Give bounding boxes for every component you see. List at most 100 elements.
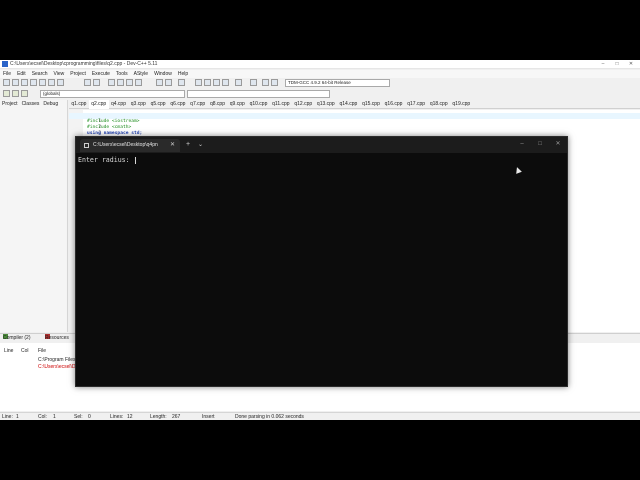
main-toolbar: TDM-GCC 4.9.2 64-bit Release xyxy=(0,78,640,88)
header-file: File xyxy=(38,348,47,354)
menu-astyle[interactable]: AStyle xyxy=(131,70,151,78)
status-mode: Insert xyxy=(202,414,215,420)
file-tab-q14[interactable]: q14.cpp xyxy=(337,100,360,109)
status-col: 1 xyxy=(53,414,56,420)
forward-icon[interactable] xyxy=(165,79,172,86)
file-tab-q12[interactable]: q12.cpp xyxy=(292,100,315,109)
compiler-row-error[interactable]: C:\Users\ecsel\D... xyxy=(38,364,80,371)
undo-icon[interactable] xyxy=(84,79,91,86)
menu-search[interactable]: Search xyxy=(29,70,51,78)
file-tab-q2[interactable]: q2.cpp xyxy=(88,100,109,109)
save-all-icon[interactable] xyxy=(30,79,37,86)
file-tab-q1[interactable]: q1.cpp xyxy=(69,100,89,109)
status-sel-label: Sel: xyxy=(74,414,83,420)
chevron-down-icon[interactable]: ⌄ xyxy=(198,140,203,150)
run-icon[interactable] xyxy=(204,79,211,86)
find-icon[interactable] xyxy=(108,79,115,86)
project-remove-icon[interactable] xyxy=(21,90,28,97)
terminal-prompt: Enter radius: xyxy=(78,156,136,164)
terminal-tab[interactable]: C:\Users\ecsel\Desktop\q4pn ✕ xyxy=(80,139,180,152)
status-length: 267 xyxy=(172,414,181,420)
find-next-icon[interactable] xyxy=(126,79,133,86)
status-line-label: Line: xyxy=(2,414,13,420)
menu-file[interactable]: File xyxy=(0,70,14,78)
menu-execute[interactable]: Execute xyxy=(89,70,113,78)
terminal-icon xyxy=(84,143,89,148)
terminal-titlebar[interactable]: C:\Users\ecsel\Desktop\q4pn ✕ + ⌄ – □ ✕ xyxy=(76,137,567,153)
profile-icon[interactable] xyxy=(262,79,269,86)
compiler-row[interactable]: C:\Program Files... xyxy=(38,357,80,364)
tab-debug[interactable]: Debug xyxy=(41,100,60,108)
replace-icon[interactable] xyxy=(117,79,124,86)
goto-line-icon[interactable] xyxy=(135,79,142,86)
file-tab-q5[interactable]: q5.cpp xyxy=(148,100,168,109)
maximize-button[interactable]: □ xyxy=(610,60,624,69)
ide-titlebar[interactable]: C:\Users\ecsel\Desktop\cprogramming\file… xyxy=(0,60,640,69)
new-file-icon[interactable] xyxy=(3,79,10,86)
minimize-button[interactable]: – xyxy=(596,60,610,69)
file-tab-q16[interactable]: q16.cpp xyxy=(382,100,405,109)
scope-select[interactable]: (globals) xyxy=(40,90,185,98)
text-cursor xyxy=(134,156,136,164)
project-panel: Project Classes Debug xyxy=(0,100,68,332)
status-message: Done parsing in 0.062 seconds xyxy=(235,414,304,420)
file-tab-q19[interactable]: q19.cpp xyxy=(450,100,473,109)
function-select[interactable] xyxy=(187,90,330,98)
new-tab-icon[interactable]: + xyxy=(186,140,190,150)
menu-bar: File Edit Search View Project Execute To… xyxy=(0,70,640,78)
file-tabs: q1.cpp q2.cpp q4.cpp q3.cpp q5.cpp q6.cp… xyxy=(69,100,640,109)
terminal-close-button[interactable]: ✕ xyxy=(550,139,566,149)
file-tab-q17[interactable]: q17.cpp xyxy=(405,100,428,109)
tab-close-icon[interactable]: ✕ xyxy=(170,139,175,152)
terminal-window: C:\Users\ecsel\Desktop\q4pn ✕ + ⌄ – □ ✕ … xyxy=(75,136,568,387)
terminal-maximize-button[interactable]: □ xyxy=(532,139,548,149)
syntax-check-icon[interactable] xyxy=(235,79,242,86)
screen: C:\Users\ecsel\Desktop\cprogramming\file… xyxy=(0,0,640,480)
menu-edit[interactable]: Edit xyxy=(14,70,29,78)
redo-icon[interactable] xyxy=(93,79,100,86)
file-tab-q3[interactable]: q3.cpp xyxy=(128,100,148,109)
file-tab-q11[interactable]: q11.cpp xyxy=(270,100,292,109)
menu-help[interactable]: Help xyxy=(175,70,191,78)
tab-classes[interactable]: Classes xyxy=(20,100,42,108)
terminal-minimize-button[interactable]: – xyxy=(514,139,530,149)
compiler-select[interactable]: TDM-GCC 4.9.2 64-bit Release xyxy=(285,79,390,87)
close-button[interactable]: ✕ xyxy=(624,60,638,69)
print-icon[interactable] xyxy=(57,79,64,86)
header-col: Col xyxy=(21,348,29,354)
file-tab-q9[interactable]: q9.cpp xyxy=(227,100,247,109)
header-line: Line xyxy=(4,348,14,354)
project-add-icon[interactable] xyxy=(12,90,19,97)
save-icon[interactable] xyxy=(21,79,28,86)
status-lines-label: Lines: xyxy=(110,414,124,420)
status-bar: Line: 1 Col: 1 Sel: 0 Lines: 12 Length: … xyxy=(0,412,640,420)
close-file-icon[interactable] xyxy=(39,79,46,86)
project-new-icon[interactable] xyxy=(3,90,10,97)
file-tab-q13[interactable]: q13.cpp xyxy=(315,100,338,109)
compile-icon[interactable] xyxy=(195,79,202,86)
stop-icon[interactable] xyxy=(250,79,257,86)
file-tab-q7[interactable]: q7.cpp xyxy=(188,100,208,109)
close-all-icon[interactable] xyxy=(48,79,55,86)
rebuild-icon[interactable] xyxy=(222,79,229,86)
back-icon[interactable] xyxy=(156,79,163,86)
menu-tools[interactable]: Tools xyxy=(113,70,131,78)
file-tab-q18[interactable]: q18.cpp xyxy=(427,100,450,109)
menu-view[interactable]: View xyxy=(51,70,68,78)
status-lines: 12 xyxy=(127,414,133,420)
menu-window[interactable]: Window xyxy=(151,70,175,78)
debug-icon[interactable] xyxy=(271,79,278,86)
file-tab-q4[interactable]: q4.cpp xyxy=(109,100,129,109)
menu-project[interactable]: Project xyxy=(67,70,89,78)
file-tab-q15[interactable]: q15.cpp xyxy=(360,100,383,109)
open-file-icon[interactable] xyxy=(12,79,19,86)
file-tab-q10[interactable]: q10.cpp xyxy=(247,100,270,109)
bookmark-icon[interactable] xyxy=(178,79,185,86)
compile-run-icon[interactable] xyxy=(213,79,220,86)
status-line: 1 xyxy=(16,414,19,420)
status-length-label: Length: xyxy=(150,414,167,420)
file-tab-q6[interactable]: q6.cpp xyxy=(168,100,188,109)
terminal-output[interactable]: Enter radius: xyxy=(76,153,567,386)
file-tab-q8[interactable]: q8.cpp xyxy=(208,100,228,109)
tab-project[interactable]: Project xyxy=(0,100,20,108)
